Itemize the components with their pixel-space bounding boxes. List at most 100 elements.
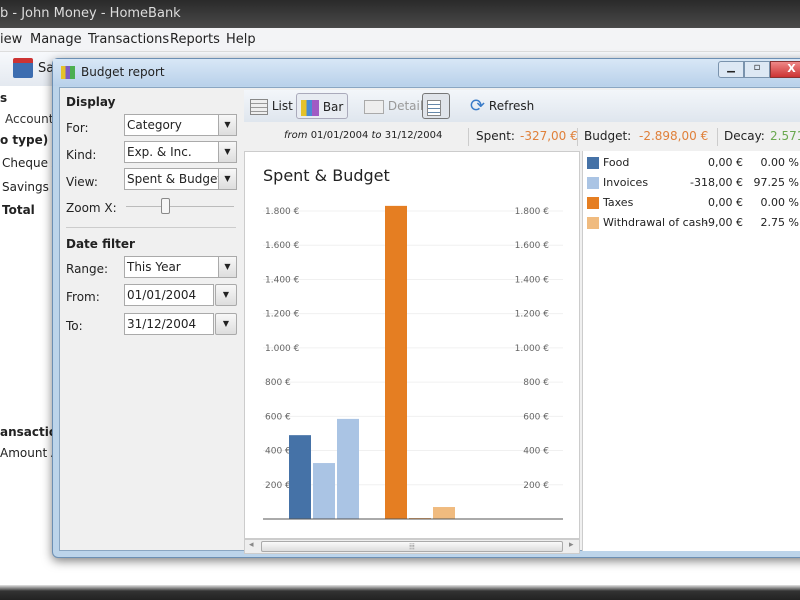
scroll-right-arrow[interactable]: ▸: [569, 540, 574, 550]
bar[interactable]: [289, 435, 311, 519]
menu-help[interactable]: Help: [226, 32, 256, 47]
refresh-button[interactable]: ⟳ Refresh: [466, 93, 538, 119]
bar-chart-icon: [301, 99, 319, 116]
view-select[interactable]: Spent & Budget ▼: [124, 168, 237, 190]
legend-percent: 0.00 %: [760, 156, 799, 169]
view-label: View:: [66, 175, 98, 189]
to-calendar-button[interactable]: ▼: [215, 313, 237, 335]
report-toolbar: List Bar Detail ⟳ Refresh: [244, 90, 800, 122]
y-tick-label-left: 800 €: [265, 378, 291, 388]
bar[interactable]: [385, 205, 407, 519]
refresh-icon: ⟳: [470, 95, 486, 117]
for-select[interactable]: Category ▼: [124, 114, 237, 136]
bar[interactable]: [313, 463, 335, 519]
display-heading: Display: [66, 95, 116, 109]
account-total: Total: [2, 203, 35, 217]
legend-item[interactable]: Food 0,00 € 0.00 %: [587, 155, 800, 173]
scrollbar-thumb[interactable]: ⦙⦙⦙: [261, 541, 563, 552]
taskbar: [0, 585, 800, 600]
bar-button[interactable]: Bar: [296, 93, 349, 119]
spent-value: -327,00 €: [520, 129, 578, 143]
chart-legend: Food 0,00 € 0.00 % Invoices -318,00 € 97…: [582, 151, 800, 551]
book-icon: [364, 99, 384, 114]
legend-name: Taxes: [603, 196, 634, 209]
legend-swatch: [587, 217, 599, 229]
menu-manage[interactable]: Manage: [30, 32, 82, 47]
dialog-title: Budget report: [81, 65, 165, 79]
y-tick-label-left: 1.400 €: [265, 275, 300, 285]
y-tick-label-right: 1.200 €: [515, 310, 550, 320]
legend-percent: 0.00 %: [760, 196, 799, 209]
to-date-input[interactable]: 31/12/2004: [124, 313, 214, 335]
menu-view[interactable]: iew: [0, 32, 22, 47]
legend-name: Food: [603, 156, 630, 169]
range-value: This Year: [127, 260, 181, 274]
maximize-button[interactable]: ▫: [744, 61, 770, 78]
scroll-left-arrow[interactable]: ◂: [249, 540, 254, 550]
chevron-down-icon[interactable]: ▼: [218, 115, 236, 135]
y-tick-label-left: 600 €: [265, 412, 291, 422]
date-range: from 01/01/2004 to 31/12/2004: [284, 130, 442, 141]
for-label: For:: [66, 121, 89, 135]
from-calendar-button[interactable]: ▼: [215, 284, 237, 306]
legend-name: Withdrawal of cash: [603, 216, 709, 229]
chart-horizontal-scrollbar[interactable]: ◂ ⦙⦙⦙ ▸: [244, 539, 580, 554]
for-value: Category: [127, 118, 182, 132]
separator: [468, 128, 469, 146]
legend-item[interactable]: Taxes 0,00 € 0.00 %: [587, 195, 800, 213]
bar-label: Bar: [322, 100, 344, 114]
save-icon[interactable]: [13, 58, 33, 78]
y-tick-label-right: 1.000 €: [515, 344, 550, 354]
range-to: 31/12/2004: [384, 130, 443, 141]
transactions-column[interactable]: Amount A: [0, 446, 59, 460]
y-tick-label-right: 200 €: [523, 481, 549, 491]
close-button[interactable]: X: [770, 61, 800, 78]
dialog-title-bar: Budget report ▁ ▫ X: [53, 59, 800, 86]
legend-amount: 0,00 €: [708, 196, 743, 209]
legend-toggle-button[interactable]: [422, 93, 450, 119]
range-select[interactable]: This Year ▼: [124, 256, 237, 278]
separator: [577, 128, 578, 146]
y-tick-label-left: 200 €: [265, 481, 291, 491]
chevron-down-icon[interactable]: ▼: [218, 169, 236, 189]
zoom-slider-track[interactable]: [126, 206, 234, 207]
range-label: Range:: [66, 262, 109, 276]
list-button[interactable]: List: [246, 93, 297, 119]
detail-label: Detail: [387, 99, 424, 113]
y-tick-label-left: 1.800 €: [265, 207, 300, 217]
legend-item[interactable]: Withdrawal of cash -9,00 € 2.75 %: [587, 215, 800, 233]
y-tick-label-left: 1.600 €: [265, 241, 300, 251]
detail-button[interactable]: Detail: [360, 93, 427, 119]
y-tick-label-left: 1.200 €: [265, 310, 300, 320]
from-date-input[interactable]: 01/01/2004: [124, 284, 214, 306]
bar[interactable]: [433, 507, 455, 519]
legend-swatch: [587, 177, 599, 189]
legend-icon: [427, 99, 441, 116]
chart-svg: 200 € 200 € 400 € 400 € 600 € 600 € 800 € 800 €…: [263, 205, 563, 520]
zoom-slider-thumb[interactable]: [161, 198, 170, 214]
bar[interactable]: [337, 418, 359, 519]
decay-value: 2.571,00: [770, 129, 800, 143]
from-label: From:: [66, 290, 100, 304]
legend-amount: -318,00 €: [690, 176, 743, 189]
to-word: to: [371, 130, 382, 141]
y-tick-label-left: 1.000 €: [265, 344, 300, 354]
minimize-button[interactable]: ▁: [718, 61, 744, 78]
kind-select[interactable]: Exp. & Inc. ▼: [124, 141, 237, 163]
y-tick-label-right: 1.800 €: [515, 207, 550, 217]
y-tick-label-right: 1.600 €: [515, 241, 550, 251]
chevron-down-icon[interactable]: ▼: [218, 142, 236, 162]
main-title-bar: b - John Money - HomeBank: [0, 0, 800, 28]
list-label: List: [271, 99, 293, 113]
menu-transactions[interactable]: Transactions: [88, 32, 169, 47]
y-tick-label-right: 800 €: [523, 378, 549, 388]
decay-label: Decay:: [724, 129, 765, 143]
legend-item[interactable]: Invoices -318,00 € 97.25 %: [587, 175, 800, 193]
from-value: 01/01/2004: [127, 288, 197, 302]
menu-reports[interactable]: Reports: [170, 32, 220, 47]
account-group[interactable]: o type): [0, 133, 48, 147]
accounts-panel: s Accounts o type) Cheque A Savings A To…: [0, 86, 66, 586]
view-value: Spent & Budget: [127, 172, 223, 186]
chevron-down-icon[interactable]: ▼: [218, 257, 236, 277]
spent-label: Spent:: [476, 129, 515, 143]
